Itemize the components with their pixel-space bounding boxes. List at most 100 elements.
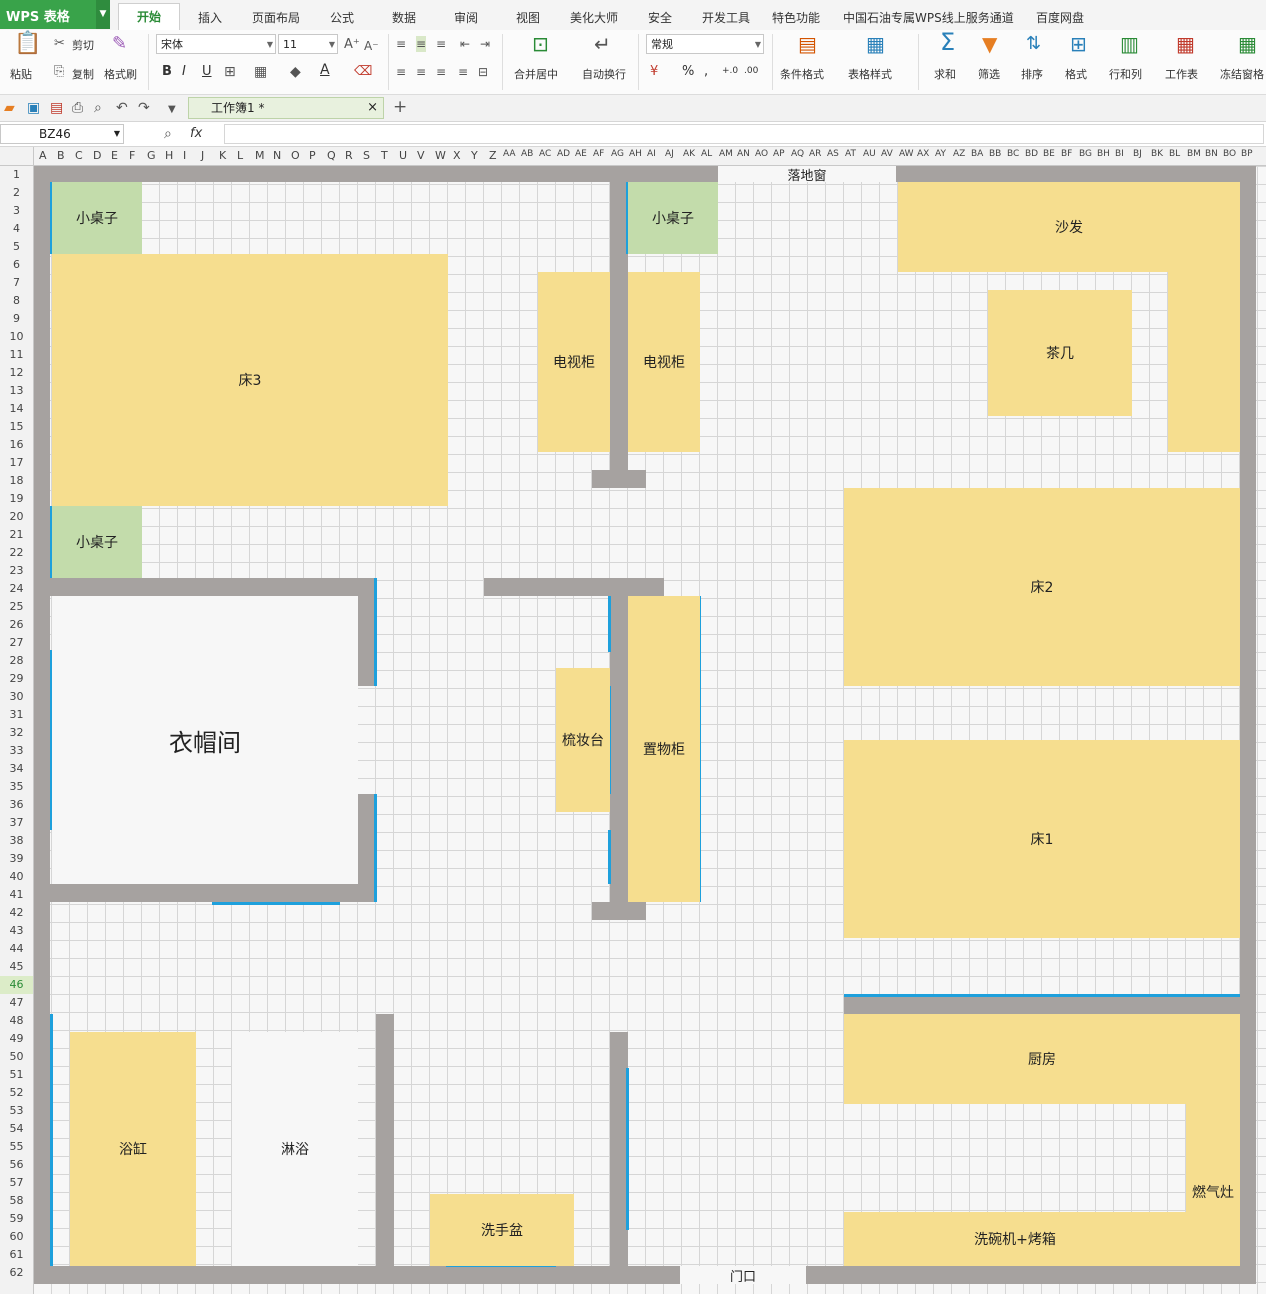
row-label[interactable]: 13 [0, 382, 33, 400]
row-label[interactable]: 37 [0, 814, 33, 832]
row-label[interactable]: 25 [0, 598, 33, 616]
tab-page-layout[interactable]: 页面布局 [252, 9, 300, 26]
save-icon[interactable]: ▣ [27, 100, 40, 116]
tab-insert[interactable]: 插入 [198, 9, 222, 26]
font-size-select[interactable]: 11 ▼ [278, 34, 338, 54]
row-label[interactable]: 15 [0, 418, 33, 436]
conditional-format-icon[interactable]: ▤ [798, 34, 817, 54]
row-label[interactable]: 46 [0, 976, 33, 994]
filter-icon[interactable]: ▼ [982, 34, 997, 54]
row-label[interactable]: 43 [0, 922, 33, 940]
row-label[interactable]: 11 [0, 346, 33, 364]
column-label[interactable]: BJ [1133, 149, 1142, 159]
row-label[interactable]: 24 [0, 580, 33, 598]
row-label[interactable]: 59 [0, 1210, 33, 1228]
row-label[interactable]: 55 [0, 1138, 33, 1156]
font-grow-icon[interactable]: A⁺ [344, 37, 360, 53]
sort-button[interactable]: 排序 [1021, 66, 1043, 82]
scissors-icon[interactable]: ✂ [54, 36, 65, 52]
freeze-panes-icon[interactable]: ▦ [1238, 34, 1257, 54]
sum-icon[interactable]: Σ [940, 30, 955, 54]
number-format-select[interactable]: 常规 ▼ [646, 34, 764, 54]
worksheet-icon[interactable]: ▦ [1176, 34, 1195, 54]
column-label[interactable]: BD [1025, 149, 1038, 159]
italic-button[interactable]: I [182, 64, 186, 79]
row-label[interactable]: 10 [0, 328, 33, 346]
wrap-text-icon[interactable]: ↵ [594, 34, 611, 54]
align-top-icon[interactable]: ≡ [396, 36, 406, 52]
name-box[interactable]: BZ46 ▼ [0, 124, 124, 144]
column-label[interactable]: BC [1007, 149, 1019, 159]
row-label[interactable]: 3 [0, 202, 33, 220]
distribute-icon[interactable]: ⊟ [478, 64, 488, 80]
comma-button[interactable]: , [704, 64, 708, 79]
row-label[interactable]: 60 [0, 1228, 33, 1246]
row-label[interactable]: 1 [0, 166, 33, 184]
eraser-icon[interactable]: ⌫ [354, 64, 372, 80]
format-button[interactable]: 格式 [1065, 66, 1087, 82]
row-label[interactable]: 18 [0, 472, 33, 490]
column-label[interactable]: BB [989, 149, 1001, 159]
align-left-icon[interactable]: ≡ [396, 64, 406, 80]
column-label[interactable]: AM [719, 149, 733, 159]
print-preview-icon[interactable]: ⌕ [94, 100, 102, 116]
column-label[interactable]: AV [881, 149, 893, 159]
row-label[interactable]: 12 [0, 364, 33, 382]
row-label[interactable]: 28 [0, 652, 33, 670]
column-label[interactable]: E [111, 149, 118, 162]
row-label[interactable]: 27 [0, 634, 33, 652]
redo-icon[interactable]: ↷ [138, 100, 150, 116]
align-middle-icon[interactable]: ≡ [416, 36, 427, 52]
column-label[interactable]: AZ [953, 149, 965, 159]
column-label[interactable]: BI [1115, 149, 1124, 159]
chevron-down-icon[interactable]: ▼ [96, 0, 110, 29]
column-label[interactable]: Z [489, 149, 497, 162]
row-label[interactable]: 26 [0, 616, 33, 634]
border-icon[interactable]: ⊞ [224, 64, 236, 80]
table-style-icon[interactable]: ▦ [866, 34, 885, 54]
column-label[interactable]: R [345, 149, 353, 162]
cell-fill-icon[interactable]: ▦ [254, 64, 267, 80]
row-label[interactable]: 61 [0, 1246, 33, 1264]
row-label[interactable]: 62 [0, 1264, 33, 1282]
row-label[interactable]: 44 [0, 940, 33, 958]
row-label[interactable]: 42 [0, 904, 33, 922]
tab-features[interactable]: 特色功能 [772, 9, 820, 26]
row-label[interactable]: 31 [0, 706, 33, 724]
row-label[interactable]: 22 [0, 544, 33, 562]
row-label[interactable]: 33 [0, 742, 33, 760]
tab-view[interactable]: 视图 [516, 9, 540, 26]
column-label[interactable]: J [201, 149, 204, 162]
tab-beautify[interactable]: 美化大师 [570, 9, 618, 26]
row-label[interactable]: 29 [0, 670, 33, 688]
row-label[interactable]: 2 [0, 184, 33, 202]
column-label[interactable]: AA [503, 149, 516, 159]
column-label[interactable]: AF [593, 149, 604, 159]
row-label[interactable]: 47 [0, 994, 33, 1012]
font-shrink-icon[interactable]: A⁻ [364, 38, 379, 54]
column-label[interactable]: AN [737, 149, 750, 159]
column-label[interactable]: BE [1043, 149, 1055, 159]
row-label[interactable]: 34 [0, 760, 33, 778]
row-label[interactable]: 30 [0, 688, 33, 706]
bold-button[interactable]: B [162, 64, 172, 79]
column-label[interactable]: BA [971, 149, 983, 159]
font-color-icon[interactable]: A [320, 62, 330, 78]
column-label[interactable]: AW [899, 149, 914, 159]
customize-toolbar-icon[interactable]: ▼ [168, 102, 176, 118]
column-label[interactable]: L [237, 149, 243, 162]
column-label[interactable]: BK [1151, 149, 1163, 159]
row-label[interactable]: 50 [0, 1048, 33, 1066]
export-pdf-icon[interactable]: ▤ [50, 100, 63, 116]
freeze-panes-button[interactable]: 冻结窗格 [1220, 66, 1264, 82]
sort-icon[interactable]: ⇅ [1026, 35, 1041, 53]
undo-icon[interactable]: ↶ [116, 100, 128, 116]
column-label[interactable]: X [453, 149, 461, 162]
column-label[interactable]: BF [1061, 149, 1072, 159]
column-label[interactable]: AB [521, 149, 533, 159]
underline-button[interactable]: U [202, 64, 212, 79]
zoom-icon[interactable]: ⌕ [164, 126, 172, 142]
column-label[interactable]: D [93, 149, 101, 162]
brush-icon[interactable]: ✎ [112, 35, 127, 53]
sum-button[interactable]: 求和 [934, 66, 956, 82]
